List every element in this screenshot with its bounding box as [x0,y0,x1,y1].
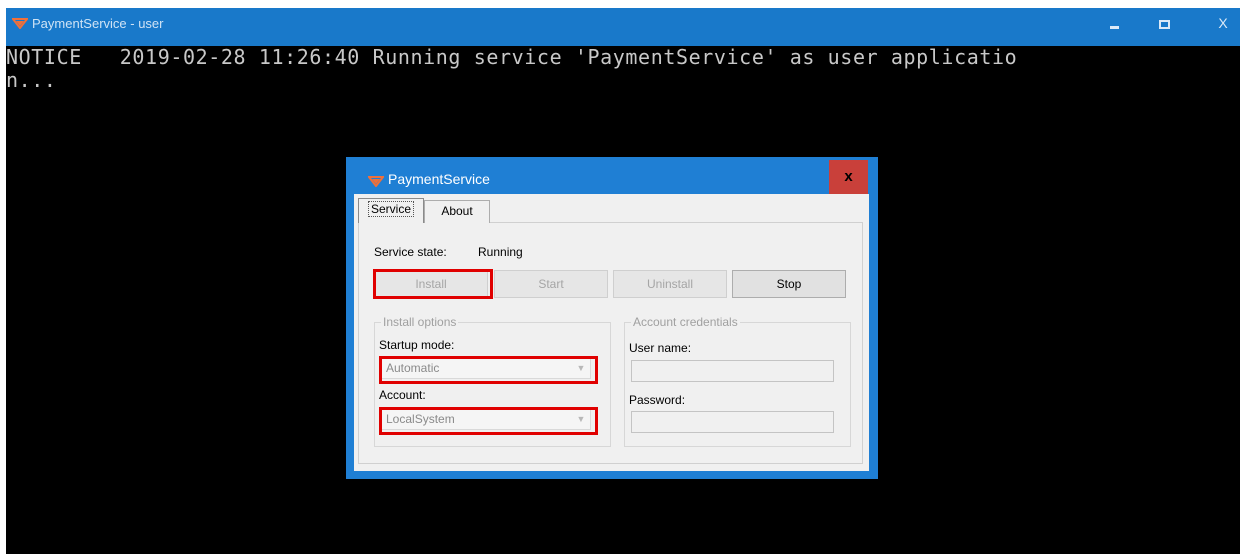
console-output: NOTICE 2019-02-28 11:26:40 Running servi… [6,46,1240,92]
account-highlight [379,407,598,435]
service-state-label: Service state: [374,245,447,259]
console-window-title: PaymentService - user [32,16,164,31]
startup-mode-highlight [379,356,598,384]
tab-about[interactable]: About [424,200,490,223]
dialog-title: PaymentService [388,171,490,187]
password-label: Password: [629,393,686,407]
console-line: n... [6,68,57,92]
account-credentials-group: Account credentials User name: Password: [624,315,851,447]
dialog-close-button[interactable]: x [829,160,868,194]
minimize-icon [1109,25,1119,29]
stop-button[interactable]: Stop [732,270,846,298]
close-button[interactable]: X [1206,8,1240,38]
start-button[interactable]: Start [494,270,608,298]
password-field[interactable] [631,411,834,433]
app-logo-icon [12,18,28,29]
username-label: User name: [629,341,692,355]
service-state-value: Running [478,245,523,259]
account-label: Account: [379,388,426,402]
account-credentials-legend: Account credentials [631,315,740,329]
dialog-body: Service About Service state: Running Ins… [354,194,869,471]
console-line: NOTICE 2019-02-28 11:26:40 Running servi… [6,46,1018,69]
username-field[interactable] [631,360,834,382]
maximize-icon [1158,19,1170,29]
app-logo-icon [368,176,384,187]
startup-mode-label: Startup mode: [379,338,455,352]
uninstall-button[interactable]: Uninstall [613,270,727,298]
install-button-highlight [373,269,493,299]
minimize-button[interactable] [1092,8,1136,38]
payment-service-dialog: PaymentService x Service About Service s… [346,157,878,479]
install-options-legend: Install options [381,315,459,329]
tab-service[interactable]: Service [358,198,424,223]
console-title-bar[interactable]: PaymentService - user X [6,8,1240,46]
maximize-button[interactable] [1142,8,1186,38]
